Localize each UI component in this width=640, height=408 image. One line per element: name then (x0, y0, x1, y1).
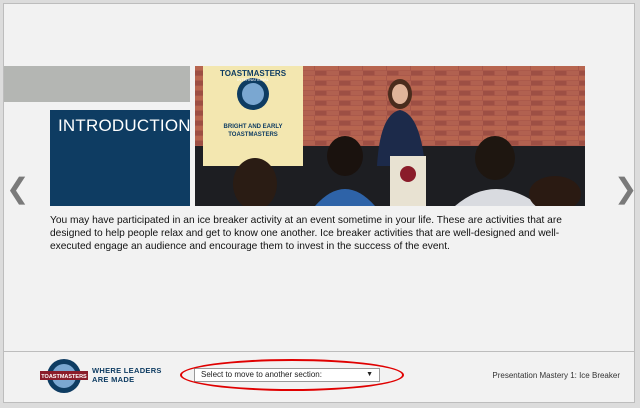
speaker-photo: TOASTMASTERS INTERNATIONAL BRIGHT AND EA… (195, 66, 585, 206)
slide-heading: INTRODUCTION (58, 116, 191, 135)
logo-text: TOASTMASTERS (41, 374, 87, 380)
tagline-line2: ARE MADE (92, 375, 135, 384)
section-select-dropdown[interactable]: Select to move to another section: ▼ (194, 368, 380, 382)
section-select-value: Select to move to another section: (201, 370, 322, 379)
decorative-grey-bar (4, 66, 190, 102)
course-title: Presentation Mastery 1: Ice Breaker (492, 371, 620, 380)
banner-club-line2: TOASTMASTERS (228, 132, 278, 138)
slide-heading-box: INTRODUCTION (50, 110, 191, 206)
banner-club-line1: BRIGHT AND EARLY (224, 124, 283, 130)
tagline-line1: WHERE LEADERS (92, 366, 162, 375)
next-slide-button[interactable]: ❯ (614, 172, 638, 205)
chevron-left-icon: ❮ (6, 172, 30, 205)
footer-bar: TOASTMASTERS WHERE LEADERS ARE MADE Sele… (4, 351, 634, 402)
chevron-right-icon: ❯ (614, 172, 638, 205)
globe-logo-icon: TOASTMASTERS (40, 359, 88, 393)
slide-frame: INTRODUCTION TOASTMASTERS INTERNATIONAL … (3, 3, 638, 403)
speaker-photo-illustration: TOASTMASTERS INTERNATIONAL BRIGHT AND EA… (195, 66, 585, 206)
toastmasters-logo: TOASTMASTERS (40, 358, 88, 394)
banner-subtitle: INTERNATIONAL (237, 77, 269, 82)
tagline: WHERE LEADERS ARE MADE (92, 366, 172, 384)
previous-slide-button[interactable]: ❮ (6, 172, 30, 205)
dropdown-caret-icon: ▼ (366, 371, 373, 378)
slide-body-text: You may have participated in an ice brea… (50, 215, 562, 252)
